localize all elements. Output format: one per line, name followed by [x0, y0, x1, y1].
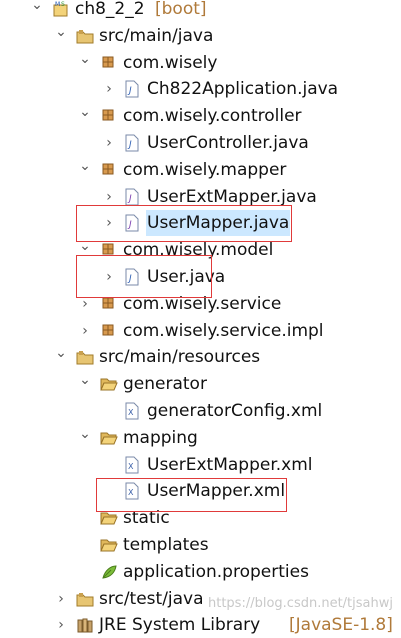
tree-item[interactable]: ⌄ mapping	[0, 425, 401, 451]
tree-item[interactable]: application.properties	[0, 559, 401, 585]
expanded-chevron-icon[interactable]: ⌄	[78, 157, 92, 183]
tree-item-label: src/main/java	[99, 26, 214, 46]
tree-item-label: src/main/resources	[99, 347, 261, 367]
tree-item[interactable]: ⌄ M Sch8_2_2 [boot]	[0, 0, 401, 22]
tree-item-label: JRE System Library	[99, 615, 261, 635]
expanded-chevron-icon[interactable]: ⌄	[78, 103, 92, 129]
java-file-icon: J	[124, 80, 140, 98]
tree-item-label: generator	[123, 374, 207, 394]
tree-item[interactable]: › com.wisely.service.impl	[0, 318, 401, 344]
package-icon	[100, 322, 116, 340]
folder-open-icon	[100, 375, 118, 393]
tree-item-label: com.wisely.mapper	[123, 160, 287, 180]
tree-item-decoration: [JavaSE-1.8]	[289, 615, 393, 635]
tree-item-label: generatorConfig.xml	[147, 401, 323, 421]
project-icon: MS	[52, 0, 68, 18]
highlight-box-usermapper-java	[76, 205, 292, 242]
source-folder-icon	[76, 27, 94, 45]
tree-item-label: com.wisely.service.impl	[123, 321, 324, 341]
tree-item[interactable]: ⌄ com.wisely	[0, 50, 401, 76]
tree-item[interactable]: › J UserController.java	[0, 130, 401, 156]
tree-item-label: mapping	[123, 428, 198, 448]
tree-item[interactable]: ⌄ src/main/java	[0, 23, 401, 49]
expanded-chevron-icon[interactable]: ⌄	[54, 344, 68, 370]
expanded-chevron-icon[interactable]: ⌄	[78, 50, 92, 76]
tree-item-label: templates	[123, 535, 209, 555]
java-interface-icon: J	[124, 188, 140, 206]
tree-item[interactable]: XgeneratorConfig.xml	[0, 398, 401, 424]
tree-item[interactable]: ⌄ com.wisely.mapper	[0, 157, 401, 183]
package-icon	[100, 54, 116, 72]
tree-item[interactable]: templates	[0, 532, 401, 558]
svg-text:X: X	[128, 462, 134, 471]
tree-item-label: src/test/java	[99, 589, 204, 609]
properties-file-icon	[100, 563, 117, 581]
tree-item[interactable]: ⌄ src/main/resources	[0, 344, 401, 370]
expanded-chevron-icon[interactable]: ⌄	[78, 425, 92, 451]
watermark-text: https://blog.csdn.net/tjsahwj	[208, 596, 393, 611]
expanded-chevron-icon[interactable]: ⌄	[54, 23, 68, 49]
tree-item[interactable]: X UserExtMapper.xml	[0, 452, 401, 478]
tree-item-label: Ch822Application.java	[147, 79, 339, 99]
package-icon	[100, 161, 116, 179]
source-folder-icon	[76, 348, 94, 366]
highlight-box-usermapper-xml	[96, 478, 287, 512]
tree-item[interactable]: › J Ch822Application.java	[0, 76, 401, 102]
xml-file-icon: X	[124, 402, 140, 420]
collapsed-chevron-icon[interactable]: ›	[102, 76, 116, 102]
tree-item[interactable]: ⌄ com.wisely.controller	[0, 103, 401, 129]
tree-item-label: com.wisely.controller	[123, 106, 302, 126]
tree-item[interactable]: › JRE System Library [JavaSE-1.8]	[0, 612, 401, 638]
collapsed-chevron-icon[interactable]: ›	[54, 612, 68, 638]
tree-item-label: application.properties	[123, 562, 309, 582]
svg-text:X: X	[128, 408, 134, 417]
expanded-chevron-icon[interactable]: ⌄	[30, 0, 44, 22]
svg-text:M: M	[55, 1, 60, 8]
tree-item-label: com.wisely	[123, 53, 218, 73]
library-icon	[76, 616, 93, 634]
tree-item-label: UserController.java	[147, 133, 309, 153]
tree-item-label: UserExtMapper.xml	[147, 455, 313, 475]
collapsed-chevron-icon[interactable]: ›	[102, 130, 116, 156]
folder-open-icon	[100, 429, 118, 447]
svg-text:S: S	[61, 1, 65, 8]
java-file-icon: J	[124, 134, 140, 152]
highlight-box-user-java	[76, 255, 212, 298]
collapsed-chevron-icon[interactable]: ›	[78, 318, 92, 344]
package-icon	[100, 107, 116, 125]
collapsed-chevron-icon[interactable]: ›	[54, 586, 68, 612]
folder-open-icon	[100, 536, 118, 554]
source-folder-icon	[76, 590, 94, 608]
expanded-chevron-icon[interactable]: ⌄	[78, 371, 92, 397]
tree-item-decoration: [boot]	[155, 0, 207, 19]
tree-item-label: ch8_2_2	[75, 0, 145, 19]
xml-file-icon: X	[124, 456, 140, 474]
tree-item[interactable]: ⌄ generator	[0, 371, 401, 397]
